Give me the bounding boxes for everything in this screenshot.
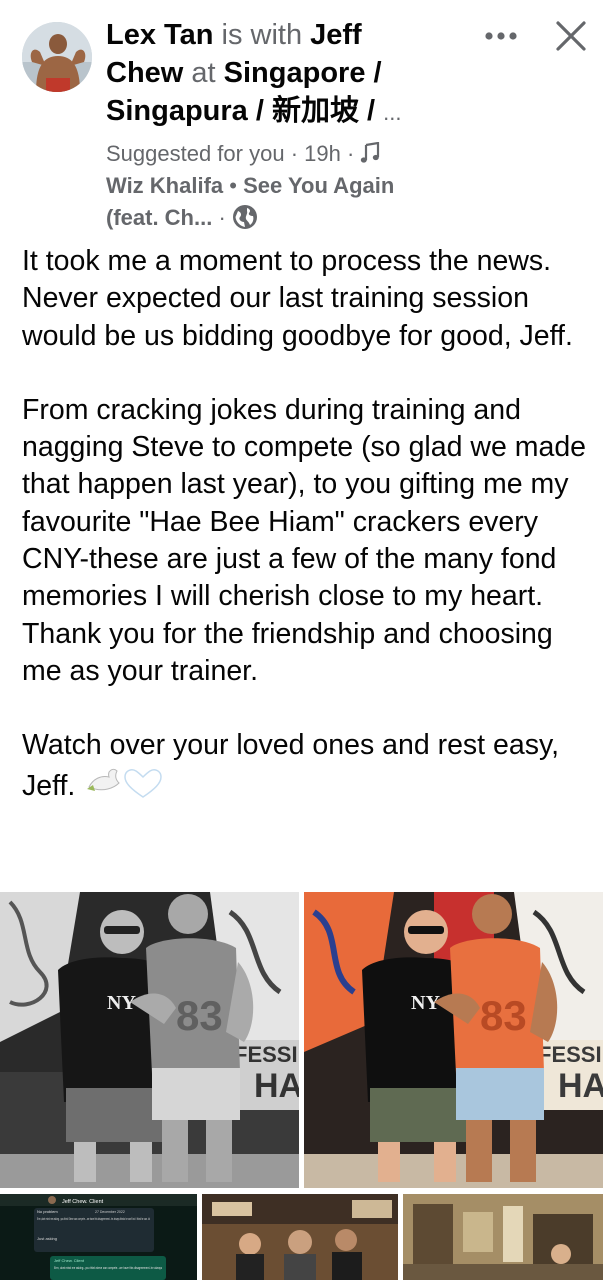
chat-message: Erm, dont mind me asking...you think ste…	[54, 1266, 162, 1270]
meta-separator: ·	[290, 141, 299, 166]
post-paragraph: Watch over your loved ones and rest easy…	[22, 727, 587, 811]
tagged-person-surname[interactable]: Chew	[106, 57, 183, 89]
globe-icon	[232, 205, 258, 230]
jersey-number: 83	[480, 992, 527, 1039]
chat-message: Just asking	[37, 1236, 57, 1241]
chat-contact-name: Jeff Chew. Client	[62, 1199, 104, 1205]
photo-bw[interactable]: FESSI HA NY 83	[0, 892, 299, 1188]
suggested-label: Suggested for you	[106, 141, 285, 166]
location-link[interactable]: Singapore /	[224, 57, 382, 89]
post-header: Lex Tan is with Jeff Chew at Singapore /…	[0, 0, 603, 238]
author-avatar[interactable]	[22, 22, 92, 92]
location-ellipsis: ...	[383, 100, 402, 125]
music-attribution[interactable]: Wiz Khalifa • See You Again	[106, 170, 446, 202]
post-paragraph: From cracking jokes during training and …	[22, 393, 587, 687]
at-text: at	[191, 57, 216, 89]
tagged-person[interactable]: Jeff	[310, 19, 362, 51]
jersey-number: 83	[176, 992, 223, 1039]
dove-heart-emoji	[83, 765, 163, 811]
photo-color[interactable]: FESSI HA NY 83	[304, 892, 603, 1188]
music-attribution-line-2: (feat. Ch... ·	[106, 202, 446, 234]
meta-separator: ·	[218, 205, 226, 230]
photo-grid-bottom: Jeff Chew. Client No problem 27 December…	[0, 1194, 603, 1280]
music-title-continued[interactable]: (feat. Ch...	[106, 205, 212, 230]
title-line-1: Lex Tan is with Jeff	[106, 16, 446, 54]
photo-chat-screenshot[interactable]: Jeff Chew. Client No problem 27 December…	[0, 1194, 197, 1280]
more-options-icon[interactable]	[481, 16, 521, 56]
title-line-3: Singapura / 新加坡 / ...	[106, 92, 446, 132]
banner-text: HA	[558, 1067, 603, 1105]
banner-text: FESSI	[234, 1042, 298, 1067]
chat-contact-name: Jeff Chew. Client	[54, 1258, 85, 1263]
author-name[interactable]: Lex Tan	[106, 19, 213, 51]
post-time[interactable]: 19h	[304, 141, 341, 166]
with-text: is with	[221, 19, 303, 51]
title-line-2: Chew at Singapore /	[106, 54, 446, 92]
music-bullet: •	[229, 173, 237, 198]
header-actions	[481, 16, 591, 56]
post-body-text: It took me a moment to process the news.…	[22, 243, 587, 811]
photo-group[interactable]	[202, 1194, 398, 1280]
banner-text: FESSI	[538, 1042, 602, 1067]
close-icon[interactable]	[551, 16, 591, 56]
chat-message: No problem	[37, 1209, 58, 1214]
chat-date: 27 December 2022	[95, 1210, 125, 1214]
location-link-continued[interactable]: Singapura / 新加坡 /	[106, 95, 375, 127]
post-paragraph: It took me a moment to process the news.…	[22, 245, 573, 352]
music-artist: Wiz Khalifa	[106, 173, 224, 198]
music-title: See You Again	[243, 173, 395, 198]
meta-separator: ·	[347, 141, 355, 166]
post-header-text: Lex Tan is with Jeff Chew at Singapore /…	[106, 16, 446, 234]
music-note-icon	[360, 141, 380, 166]
photo-interior[interactable]	[403, 1194, 603, 1280]
post-meta: Suggested for you · 19h ·	[106, 138, 446, 170]
photo-grid-top: FESSI HA NY 83 FESSI HA NY 83	[0, 892, 603, 1188]
chat-message: Erm ,dont mind me asking ..you think Ste…	[37, 1217, 150, 1221]
banner-text: HA	[254, 1067, 299, 1105]
